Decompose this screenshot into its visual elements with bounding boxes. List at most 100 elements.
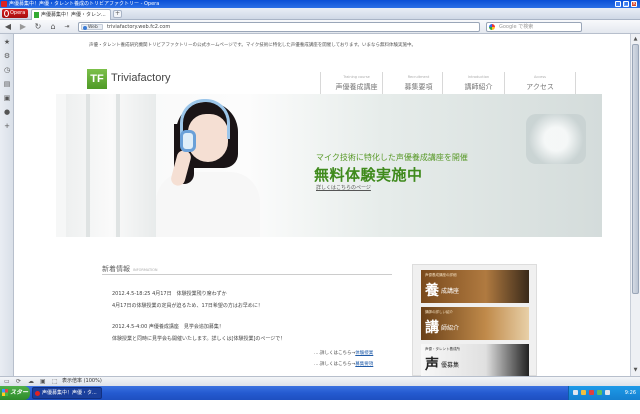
logo-mark: TF	[87, 69, 107, 89]
windows-flag-icon	[2, 389, 8, 396]
gear-icon[interactable]: ⚙	[3, 52, 11, 60]
new-tab-button[interactable]: +	[113, 10, 122, 18]
banner-caption: 講師の詳しい紹介	[425, 310, 453, 314]
page-content: 声優・タレント養成研究機関トリビアファクトリーの公式ホームページです。マイク技術…	[14, 34, 630, 376]
site-notice: 声優・タレント養成研究機関トリビアファクトリーの公式ホームページです。マイク技術…	[89, 43, 417, 48]
home-icon[interactable]: ⌂	[48, 22, 58, 32]
scroll-up-icon[interactable]: ▲	[632, 35, 639, 43]
cloud-icon[interactable]: ☁	[28, 377, 34, 386]
banner-column: 声優養成講座の詳細 養 成講座 講師の詳しい紹介 講 師紹介 声優・タレント養成…	[412, 264, 537, 376]
news-item-body: 体験授業と同時に見学会も開催いたします。詳しくは[体験授業]のページで！	[112, 336, 286, 342]
banner-big: 声	[425, 357, 439, 373]
news-item-title: 2012.4.5-4:00 声優養成講座 見学会追加募集！	[112, 324, 224, 330]
google-icon	[489, 24, 495, 30]
opera-app-icon	[1, 1, 7, 7]
web-badge-label: Web	[88, 25, 98, 30]
volume-icon[interactable]	[605, 390, 610, 395]
news-title-en: INFORMATION	[133, 268, 158, 272]
news-divider	[102, 274, 392, 275]
star-icon[interactable]: ★	[3, 38, 11, 46]
opera-menu-label: Opera	[10, 10, 26, 16]
more-link[interactable]: 体験授業	[355, 351, 373, 356]
panel-toggle-icon[interactable]: ▭	[4, 377, 10, 386]
hero-detail-link[interactable]: 詳しくはこちらのページ	[316, 184, 371, 191]
taskbar-item-label: 声優募集中！声優・タ...	[42, 390, 97, 396]
chat-icon[interactable]: ▣	[3, 94, 11, 102]
banner-recruit[interactable]: 声優・タレント養成所 声 優募集	[421, 344, 529, 376]
banner-instructors[interactable]: 講師の詳しい紹介 講 師紹介	[421, 307, 529, 340]
window-title-bar: 声優募集中！声優・タレント養成のトリビアファクトリー - Opera _ □ ×	[0, 0, 640, 8]
more-link[interactable]: 募集要項	[355, 362, 373, 367]
banner-sub: 成講座	[441, 288, 460, 295]
vertical-scrollbar[interactable]: ▲ ▼	[630, 34, 640, 376]
back-icon[interactable]: ◀	[3, 22, 13, 32]
clock-icon[interactable]: ◷	[3, 66, 11, 74]
news-item-body: 4月17日の体験授業の定員が迫るため、17日希望の方はお早めに！	[112, 303, 263, 309]
minimize-button[interactable]: _	[615, 1, 621, 7]
search-placeholder: Google で検索	[499, 24, 534, 30]
view-icon[interactable]: ⬚	[52, 377, 58, 386]
banner-caption: 声優・タレント養成所	[425, 347, 460, 351]
side-panel: ★ ⚙ ◷ ▤ ▣ ● +	[0, 34, 14, 376]
news-item-title: 2012.4.5-18:25 4月17日 体験授業残り席わずか	[112, 291, 227, 297]
taskbar: スタート 声優募集中！声優・タ... 9:26	[0, 386, 640, 410]
reload-icon[interactable]: ↻	[33, 22, 43, 32]
more-link-prefix: ‥‥詳しくはこちら→	[314, 351, 356, 356]
gnav-en: Access	[534, 75, 546, 79]
globe-icon	[83, 26, 87, 30]
more-link-prefix: ‥‥詳しくはこちら→	[314, 362, 356, 367]
tab-label: 声優募集中！声優・タレン...	[41, 12, 106, 18]
banner-sub: 優募集	[441, 362, 460, 369]
news-heading: 新着情報 INFORMATION	[102, 264, 158, 274]
address-bar[interactable]: Web triviafactory.web.fc2.com	[78, 22, 480, 32]
url-text[interactable]: triviafactory.web.fc2.com	[107, 23, 170, 31]
notes-icon[interactable]: ▤	[3, 80, 11, 88]
scrollbar-thumb[interactable]	[632, 44, 639, 294]
hero-heading: 無料体験実施中	[314, 166, 423, 184]
tray-icon[interactable]	[581, 390, 586, 395]
zoom-label[interactable]: 表示倍率 (100%)	[62, 377, 102, 386]
site-logo[interactable]: TF Triviafactory	[87, 69, 197, 89]
tab-bar: Opera 声優募集中！声優・タレン... +	[0, 8, 640, 20]
taskbar-item-opera[interactable]: 声優募集中！声優・タ...	[32, 387, 102, 399]
page-favicon-icon	[34, 12, 39, 18]
search-input[interactable]: Google で検索	[486, 22, 582, 32]
maximize-button[interactable]: □	[623, 1, 629, 7]
sync-icon[interactable]: ⟳	[16, 377, 21, 386]
system-tray: 9:26	[568, 386, 640, 400]
banner-training[interactable]: 声優養成講座の詳細 養 成講座	[421, 270, 529, 303]
headphones-icon	[180, 130, 196, 152]
opera-logo-icon	[4, 10, 9, 17]
banner-big: 講	[425, 320, 439, 336]
more-link-row: ‥‥詳しくはこちら→体験授業	[314, 350, 373, 356]
opera-menu-button[interactable]: Opera	[2, 9, 28, 18]
plus-icon[interactable]: +	[3, 122, 11, 130]
scroll-down-icon[interactable]: ▼	[632, 366, 639, 374]
opera-icon	[35, 391, 40, 396]
logo-text: Triviafactory	[111, 72, 171, 84]
tray-icon[interactable]	[573, 390, 578, 395]
hero-tagline: マイク技術に特化した声優養成講座を開催	[316, 153, 468, 162]
tray-icon[interactable]	[597, 390, 602, 395]
fast-forward-icon[interactable]: ⇥	[62, 22, 72, 32]
banner-sub: 師紹介	[441, 325, 460, 332]
banner-big: 養	[425, 283, 439, 299]
window-backdrop	[66, 94, 156, 237]
microphone-image	[526, 114, 586, 164]
tray-icon[interactable]	[589, 390, 594, 395]
status-bar: ▭ ⟳ ☁ ▣ ⬚ 表示倍率 (100%)	[0, 376, 640, 386]
gnav-access[interactable]: Access アクセス	[504, 72, 576, 94]
forward-icon[interactable]: ▶	[18, 22, 28, 32]
tab-active[interactable]: 声優募集中！声優・タレン...	[31, 9, 111, 20]
stop-icon[interactable]: ●	[3, 108, 11, 116]
web-badge: Web	[81, 24, 103, 30]
navigation-bar: ◀ ▶ ↻ ⌂ ⇥ Web triviafactory.web.fc2.com …	[0, 20, 640, 34]
start-button[interactable]: スタート	[0, 386, 30, 410]
image-toggle-icon[interactable]: ▣	[40, 377, 46, 386]
banner-caption: 声優養成講座の詳細	[425, 273, 457, 277]
close-button[interactable]: ×	[631, 1, 637, 7]
clock: 9:26	[624, 390, 636, 396]
more-link-row: ‥‥詳しくはこちら→募集要項	[314, 361, 373, 367]
window-title: 声優募集中！声優・タレント養成のトリビアファクトリー - Opera	[9, 1, 160, 7]
gnav-jp: アクセス	[526, 83, 554, 91]
